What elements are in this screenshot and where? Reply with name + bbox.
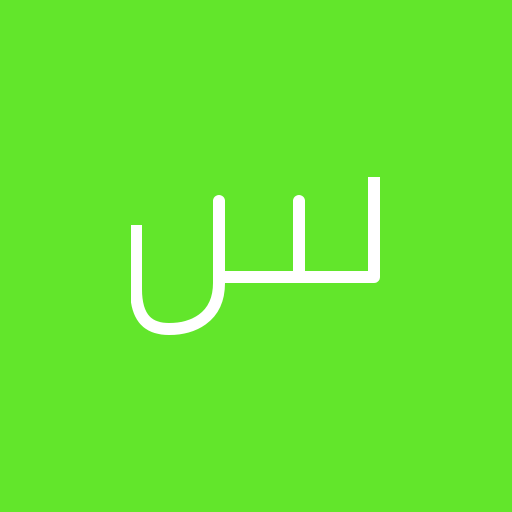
avatar-letter-glyph-icon (131, 177, 380, 335)
letter-stroke (131, 177, 380, 335)
letter-avatar (0, 0, 512, 512)
